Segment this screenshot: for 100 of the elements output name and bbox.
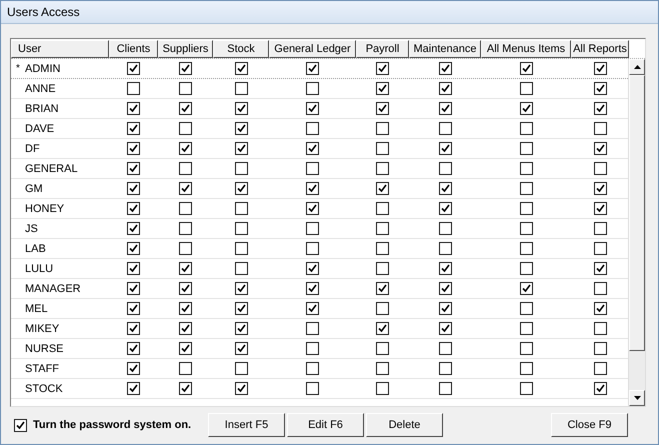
column-header[interactable]: Stock (213, 40, 269, 58)
checkbox[interactable] (594, 262, 606, 275)
checkbox[interactable] (234, 82, 248, 95)
checkbox[interactable] (594, 282, 606, 295)
checkbox[interactable] (520, 62, 532, 75)
checkbox[interactable] (594, 242, 606, 255)
checkbox[interactable] (520, 102, 532, 115)
column-header[interactable]: Payroll (356, 40, 409, 58)
checkbox[interactable] (179, 362, 192, 375)
checkbox[interactable] (438, 202, 452, 215)
checkbox[interactable] (520, 182, 532, 195)
checkbox[interactable] (520, 222, 532, 235)
checkbox[interactable] (234, 382, 248, 395)
checkbox[interactable] (234, 222, 248, 235)
user-row[interactable]: LULU (11, 259, 628, 279)
checkbox[interactable] (594, 162, 606, 175)
checkbox[interactable] (520, 82, 532, 95)
column-header[interactable]: Maintenance (409, 40, 481, 58)
user-row[interactable]: BRIAN (11, 99, 628, 119)
checkbox[interactable] (306, 82, 319, 95)
checkbox[interactable] (306, 262, 319, 275)
checkbox[interactable] (234, 142, 248, 155)
column-header[interactable]: General Ledger (269, 40, 356, 58)
column-header[interactable]: All Menus Items (481, 40, 571, 58)
checkbox[interactable] (376, 202, 389, 215)
checkbox[interactable] (438, 322, 452, 335)
checkbox[interactable] (179, 62, 192, 75)
checkbox[interactable] (520, 382, 532, 395)
checkbox[interactable] (520, 342, 532, 355)
checkbox[interactable] (376, 142, 389, 155)
checkbox[interactable] (376, 282, 389, 295)
checkbox[interactable] (234, 122, 248, 135)
user-row[interactable]: MEL (11, 299, 628, 319)
checkbox[interactable] (306, 202, 319, 215)
checkbox[interactable] (127, 82, 140, 95)
checkbox[interactable] (127, 262, 140, 275)
checkbox[interactable] (376, 162, 389, 175)
checkbox[interactable] (520, 322, 532, 335)
checkbox[interactable] (179, 202, 192, 215)
checkbox[interactable] (306, 302, 319, 315)
checkbox[interactable] (376, 182, 389, 195)
checkbox[interactable] (127, 142, 140, 155)
checkbox[interactable] (438, 82, 452, 95)
checkbox[interactable] (127, 122, 140, 135)
checkbox[interactable] (234, 202, 248, 215)
checkbox[interactable] (306, 242, 319, 255)
column-header[interactable]: Clients (109, 40, 158, 58)
checkbox[interactable] (179, 302, 192, 315)
checkbox[interactable] (306, 142, 319, 155)
checkbox[interactable] (594, 202, 606, 215)
checkbox[interactable] (376, 262, 389, 275)
checkbox[interactable] (520, 302, 532, 315)
user-row[interactable]: NURSE (11, 339, 628, 359)
checkbox[interactable] (594, 322, 606, 335)
checkbox[interactable] (179, 162, 192, 175)
checkbox[interactable] (234, 262, 248, 275)
action-button[interactable]: Delete (366, 413, 443, 437)
user-row[interactable]: * ADMIN (11, 59, 628, 79)
checkbox[interactable] (127, 222, 140, 235)
user-row[interactable]: MIKEY (11, 319, 628, 339)
checkbox[interactable] (306, 282, 319, 295)
checkbox[interactable] (594, 122, 606, 135)
checkbox[interactable] (306, 382, 319, 395)
checkbox[interactable] (179, 122, 192, 135)
checkbox[interactable] (438, 142, 452, 155)
checkbox[interactable] (594, 82, 606, 95)
scroll-up-button[interactable] (629, 59, 645, 75)
checkbox[interactable] (594, 362, 606, 375)
checkbox[interactable] (438, 362, 452, 375)
action-button[interactable]: Insert F5 (208, 413, 285, 437)
user-row[interactable]: GM (11, 179, 628, 199)
checkbox[interactable] (594, 302, 606, 315)
user-row[interactable]: JS (11, 219, 628, 239)
column-header[interactable]: User (11, 40, 109, 58)
checkbox[interactable] (179, 282, 192, 295)
checkbox[interactable] (594, 382, 606, 395)
scroll-thumb[interactable] (629, 75, 645, 351)
checkbox[interactable] (234, 182, 248, 195)
checkbox[interactable] (520, 362, 532, 375)
checkbox[interactable] (438, 262, 452, 275)
checkbox[interactable] (127, 162, 140, 175)
checkbox[interactable] (234, 362, 248, 375)
checkbox[interactable] (179, 342, 192, 355)
checkbox[interactable] (234, 342, 248, 355)
checkbox[interactable] (438, 242, 452, 255)
checkbox[interactable] (306, 322, 319, 335)
checkbox[interactable] (306, 342, 319, 355)
checkbox[interactable] (594, 102, 606, 115)
checkbox[interactable] (234, 282, 248, 295)
checkbox[interactable] (306, 182, 319, 195)
checkbox[interactable] (127, 362, 140, 375)
checkbox[interactable] (376, 82, 389, 95)
checkbox[interactable] (438, 102, 452, 115)
checkbox[interactable] (306, 62, 319, 75)
checkbox[interactable] (234, 302, 248, 315)
scroll-down-button[interactable] (629, 390, 645, 406)
checkbox[interactable] (594, 342, 606, 355)
checkbox[interactable] (438, 162, 452, 175)
user-row[interactable]: HONEY (11, 199, 628, 219)
user-row[interactable]: LAB (11, 239, 628, 259)
